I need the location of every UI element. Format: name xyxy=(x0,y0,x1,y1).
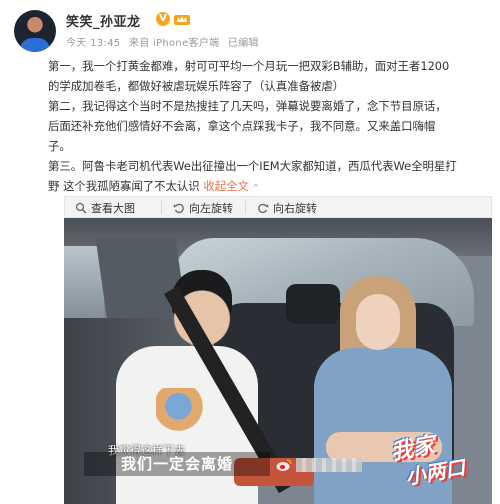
body-line: 第一，我一个打黄金都难，射可可平均一个月玩一把双彩B辅助，面对王者1200 xyxy=(48,59,450,73)
body-line-text: 野 这个我孤陋寡闻了不太认识 xyxy=(48,179,200,193)
rotate-left-label: 向左旋转 xyxy=(189,202,233,215)
body-line-last: 野 这个我孤陋寡闻了不太认识 收起全文 ^ xyxy=(48,176,488,198)
post-meta: 今天 13:45 来自 iPhone客户端 已编辑 xyxy=(66,34,264,49)
view-large-label: 查看大图 xyxy=(91,202,135,215)
body-line: 第三。阿鲁卡老司机代表We出征撞出一个IEM大家都知道，西瓜代表We全明星打 xyxy=(48,159,457,173)
rotate-left-icon xyxy=(173,203,184,214)
member-crown-icon xyxy=(174,15,190,25)
body-line: 的学成加卷毛，都做好被虐玩娱乐阵容了（认真准备被虐） xyxy=(48,79,345,93)
post-time-link[interactable]: 今天 13:45 xyxy=(66,38,120,49)
view-large-image-button[interactable]: 查看大图 xyxy=(75,200,135,216)
post-photo[interactable]: 我觉得这样下去 我们一定会离婚 我家 小两口 xyxy=(64,218,492,504)
edited-label[interactable]: 已编辑 xyxy=(228,38,259,49)
chevron-up-icon: ^ xyxy=(252,183,260,192)
post-header: 笑笑_孙亚龙 V 今天 13:45 来自 iPhone客户端 已编辑 xyxy=(14,10,484,56)
post-body: 第一，我一个打黄金都难，射可可平均一个月玩一把双彩B辅助，面对王者1200 的学… xyxy=(48,56,488,198)
body-line: 第二，我记得这个当时不是热搜挂了几天吗，弹幕说要离婚了，念下节目原话， xyxy=(48,99,447,113)
shirt-print xyxy=(156,388,212,434)
verified-badge-icon: V xyxy=(156,12,170,26)
collapse-full-text-link[interactable]: 收起全文 ^ xyxy=(203,179,259,193)
user-name-link[interactable]: 笑笑_孙亚龙 xyxy=(66,11,141,30)
rotate-right-icon xyxy=(258,203,269,214)
body-line: 后面还补充他们感情好不会离，拿这个点踩我卡子，我不同意。又来盖口嗨帽 xyxy=(48,119,436,133)
image-toolbar: 查看大图 向左旋转 向右旋转 xyxy=(64,196,492,218)
subtitle-main: 我们一定会离婚 xyxy=(84,452,270,476)
rotate-right-label: 向右旋转 xyxy=(273,202,317,215)
weibo-watermark-icon xyxy=(276,459,292,471)
rotate-right-button[interactable]: 向右旋转 xyxy=(257,200,317,216)
magnifier-icon xyxy=(75,202,87,214)
collapse-label: 收起全文 xyxy=(203,179,249,193)
seat-headrest xyxy=(286,284,340,324)
watermark-text-blur xyxy=(296,458,362,472)
toolbar-divider xyxy=(245,201,246,214)
woman-face xyxy=(356,294,400,350)
toolbar-divider xyxy=(161,201,162,214)
post-source: 来自 iPhone客户端 xyxy=(128,38,220,49)
avatar[interactable] xyxy=(14,10,56,52)
body-line: 子。 xyxy=(48,139,71,153)
rotate-left-button[interactable]: 向左旋转 xyxy=(173,200,233,216)
